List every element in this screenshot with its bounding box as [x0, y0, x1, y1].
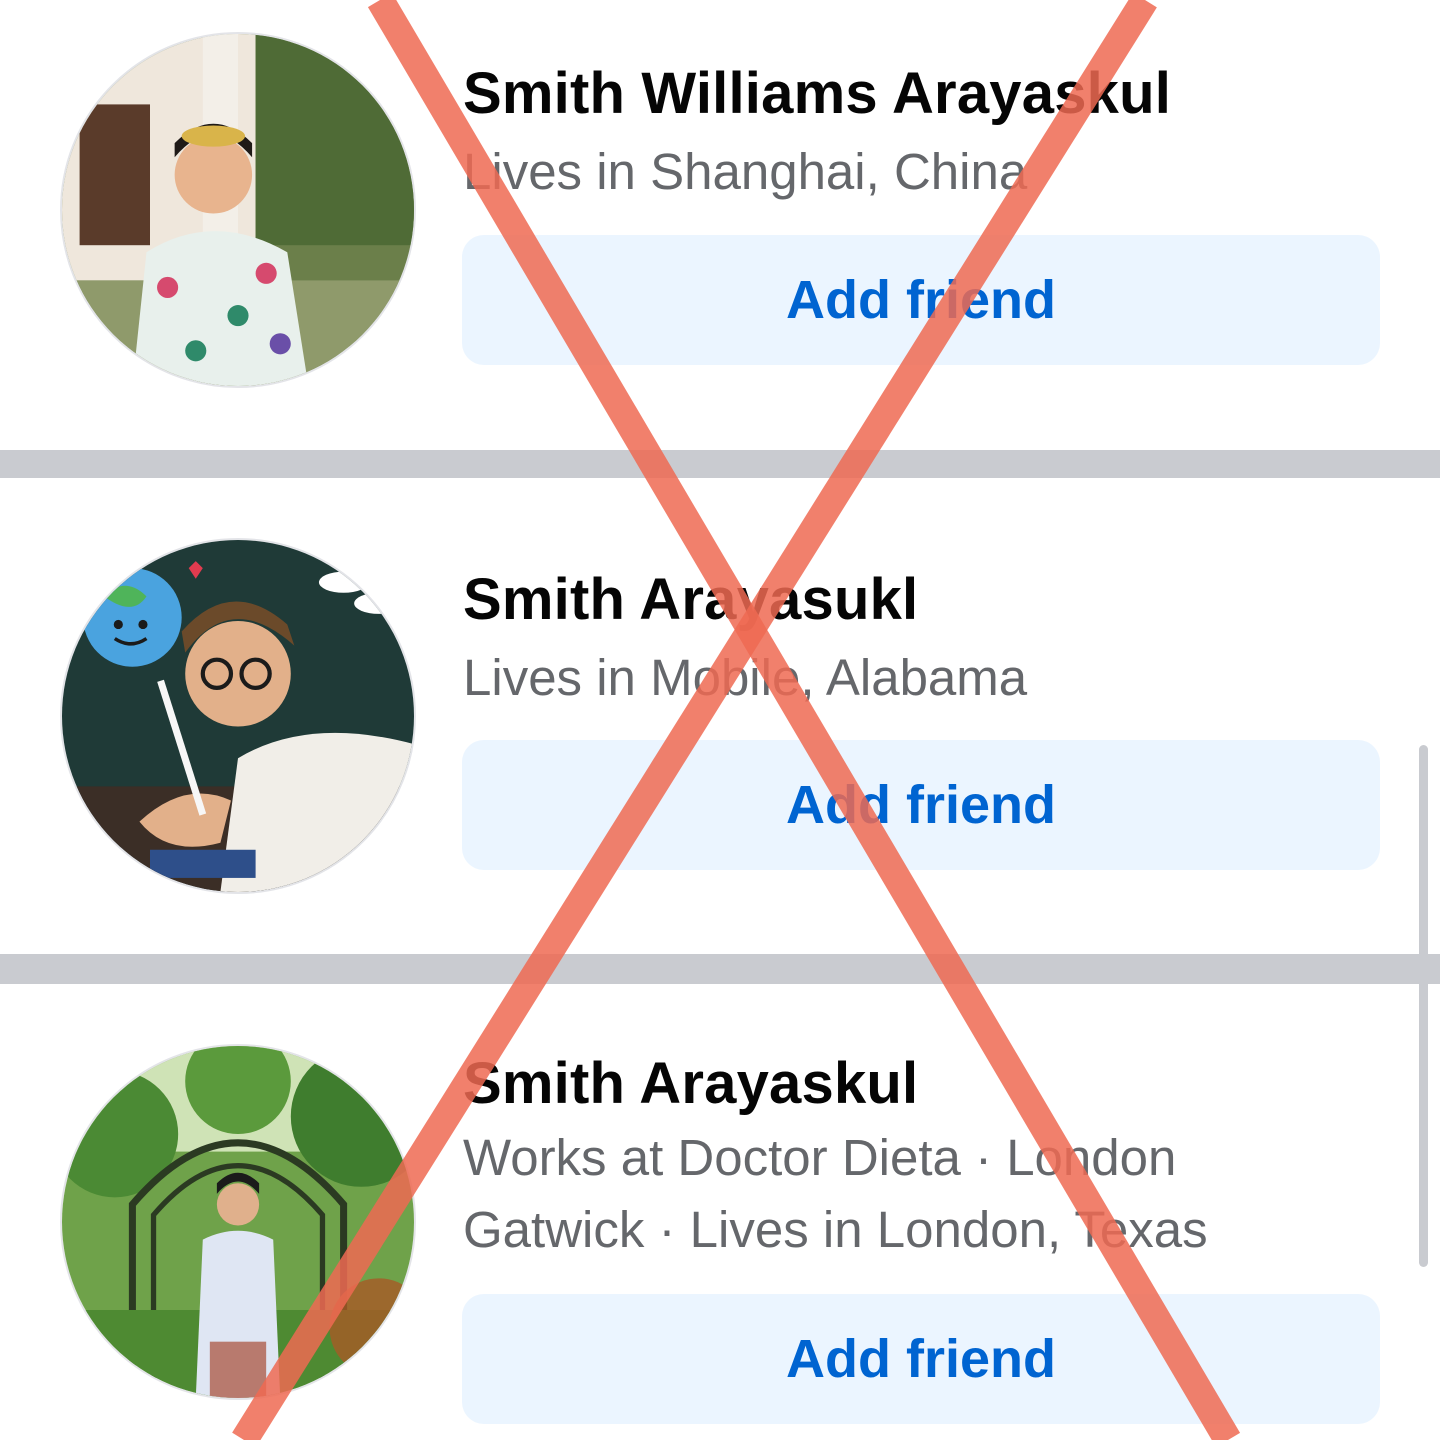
globe-sticker-icon [83, 568, 182, 667]
scrollbar[interactable] [1419, 745, 1428, 1267]
result-card[interactable]: Smith Williams Arayaskul Lives in Shangh… [0, 0, 1440, 450]
result-info: Lives in Shanghai, China [463, 143, 1028, 200]
avatar-photo-desk [62, 540, 414, 892]
divider [0, 450, 1440, 478]
profile-avatar[interactable] [60, 32, 416, 388]
result-name[interactable]: Smith Arayaskul [463, 1050, 918, 1117]
add-friend-button[interactable]: Add friend [462, 235, 1380, 365]
add-friend-button[interactable]: Add friend [462, 1294, 1380, 1424]
result-info: Works at Doctor Dieta · London Gatwick ·… [463, 1129, 1208, 1258]
result-name[interactable]: Smith Williams Arayaskul [463, 60, 1171, 127]
profile-avatar[interactable] [60, 1044, 416, 1400]
divider [0, 954, 1440, 984]
avatar-photo-garden [62, 1046, 414, 1398]
search-results-page: Smith Williams Arayaskul Lives in Shangh… [0, 0, 1440, 1440]
result-card[interactable]: Smith Arayasukl Lives in Mobile, Alabama… [0, 478, 1440, 954]
add-friend-button[interactable]: Add friend [462, 740, 1380, 870]
profile-avatar[interactable] [60, 538, 416, 894]
result-card[interactable]: Smith Arayaskul Works at Doctor Dieta · … [0, 984, 1440, 1440]
avatar-photo-resort [62, 34, 414, 386]
result-name[interactable]: Smith Arayasukl [463, 566, 918, 633]
result-info: Lives in Mobile, Alabama [463, 649, 1028, 706]
